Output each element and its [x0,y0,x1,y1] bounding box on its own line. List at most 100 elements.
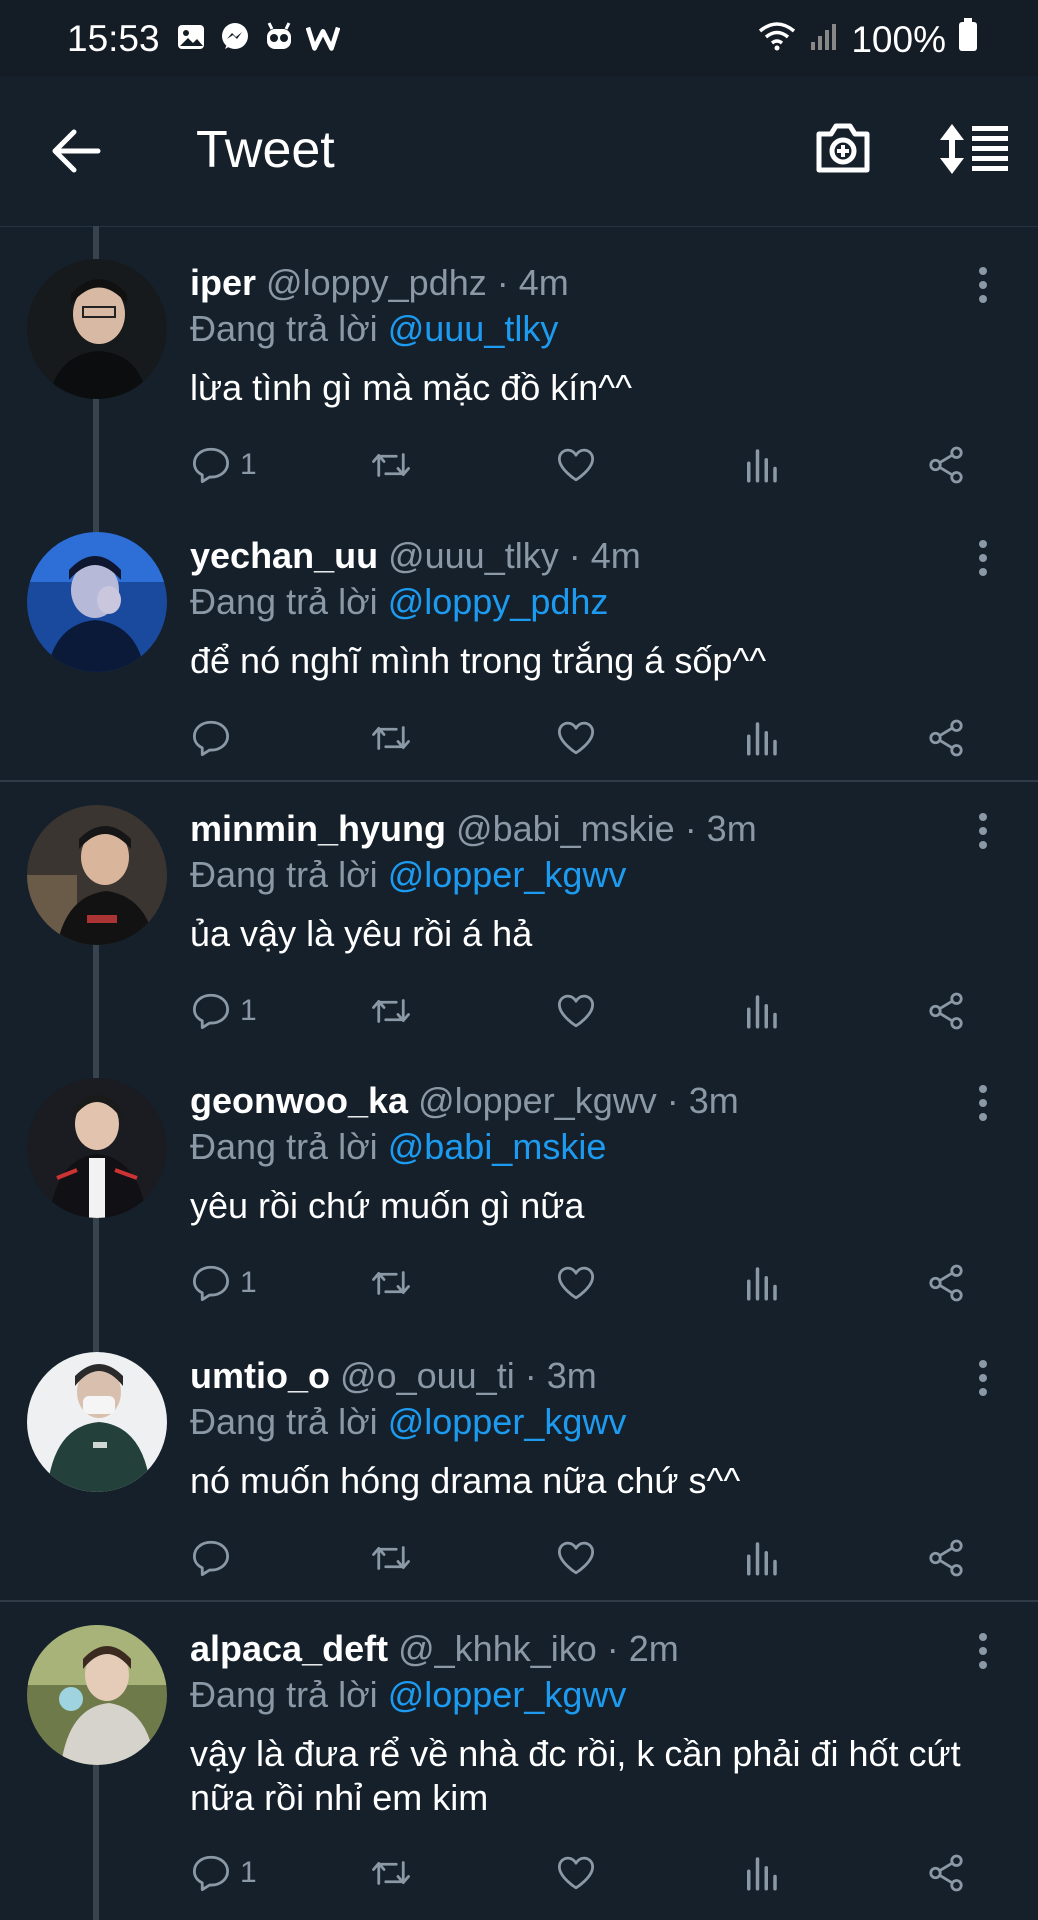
camera-plus-icon[interactable] [814,118,872,176]
reply-icon [192,720,230,757]
retweet-button[interactable] [370,1258,412,1308]
share-button[interactable] [925,1533,967,1583]
thread-divider [0,1600,1038,1602]
share-button[interactable] [925,1258,967,1308]
messenger-icon [218,20,252,54]
display-name[interactable]: minmin_hyung [190,808,446,849]
like-button[interactable] [555,1258,597,1308]
sort-icon[interactable] [938,122,1010,176]
share-button[interactable] [925,1848,967,1898]
avatar[interactable] [27,1078,167,1218]
replying-to: Đang trả lời @lopper_kgwv [190,854,626,896]
more-options-icon[interactable] [968,1358,998,1398]
like-button[interactable] [555,1848,597,1898]
reply-icon [192,993,230,1030]
reply-mention[interactable]: @uuu_tlky [388,308,559,349]
share-icon [929,1854,963,1892]
handle[interactable]: @babi_mskie [456,808,675,849]
retweet-icon [372,1271,410,1295]
reply-mention[interactable]: @lopper_kgwv [388,854,627,895]
status-bar: 15:53 100% [0,0,1038,76]
top-app-bar: Tweet [0,76,1038,227]
analytics-icon [747,1542,777,1576]
display-name[interactable]: iper [190,262,256,303]
retweet-button[interactable] [370,440,412,490]
heart-icon [557,1856,595,1890]
avatar[interactable] [27,259,167,399]
thread-line [93,1216,99,1356]
analytics-button[interactable] [740,440,782,490]
retweet-icon [372,1861,410,1885]
display-name[interactable]: alpaca_deft [190,1628,388,1669]
tweet-text: lừa tình gì mà mặc đồ kín^^ [190,367,633,408]
analytics-button[interactable] [740,986,782,1036]
replying-to: Đang trả lời @loppy_pdhz [190,581,608,623]
more-options-icon[interactable] [968,265,998,305]
reply-mention[interactable]: @lopper_kgwv [388,1401,627,1442]
like-button[interactable] [555,440,597,490]
display-name[interactable]: umtio_o [190,1355,330,1396]
avatar[interactable] [27,1625,167,1765]
analytics-button[interactable] [740,713,782,763]
reply-button[interactable] [190,1533,240,1583]
reply-button[interactable]: 1 [190,986,257,1036]
reply-count: 1 [240,448,257,481]
handle[interactable]: @uuu_tlky [388,535,559,576]
analytics-icon [747,449,777,483]
reply-mention[interactable]: @lopper_kgwv [388,1674,627,1715]
tweet-text: để nó nghĩ mình trong trắng á sốp^^ [190,640,767,681]
handle[interactable]: @o_ouu_ti [340,1355,515,1396]
reply-mention[interactable]: @loppy_pdhz [388,581,609,622]
more-options-icon[interactable] [968,1083,998,1123]
handle[interactable]: @loppy_pdhz [266,262,487,303]
share-icon [929,719,963,757]
avatar[interactable] [27,532,167,672]
handle[interactable]: @lopper_kgwv [418,1080,657,1121]
display-name[interactable]: geonwoo_ka [190,1080,408,1121]
more-options-icon[interactable] [968,538,998,578]
replying-to: Đang trả lời @uuu_tlky [190,308,558,350]
analytics-button[interactable] [740,1848,782,1898]
heart-icon [557,994,595,1028]
reply-icon [192,447,230,484]
more-options-icon[interactable] [968,811,998,851]
retweet-button[interactable] [370,1533,412,1583]
back-arrow-icon[interactable] [48,126,104,176]
analytics-icon [747,722,777,756]
tweet-header: minmin_hyung @babi_mskie · 3m [190,808,757,850]
analytics-icon [747,1267,777,1301]
retweet-icon [372,1546,410,1570]
analytics-button[interactable] [740,1533,782,1583]
analytics-button[interactable] [740,1258,782,1308]
like-button[interactable] [555,986,597,1036]
share-button[interactable] [925,713,967,763]
share-button[interactable] [925,986,967,1036]
like-button[interactable] [555,713,597,763]
reply-prefix: Đang trả lời [190,1126,378,1167]
retweet-button[interactable] [370,1848,412,1898]
tweet-actions: 1 [190,1258,990,1308]
more-options-icon[interactable] [968,1631,998,1671]
display-name[interactable]: yechan_uu [190,535,378,576]
reply-button[interactable]: 1 [190,1848,257,1898]
status-time: 15:53 [67,18,160,59]
share-button[interactable] [925,440,967,490]
reply-prefix: Đang trả lời [190,308,378,349]
reply-button[interactable]: 1 [190,440,257,490]
retweet-button[interactable] [370,986,412,1036]
reply-button[interactable] [190,713,240,763]
avatar[interactable] [27,1352,167,1492]
handle[interactable]: @_khhk_iko [398,1628,597,1669]
reply-prefix: Đang trả lời [190,1401,378,1442]
page-title: Tweet [196,121,335,179]
avatar[interactable] [27,805,167,945]
like-button[interactable] [555,1533,597,1583]
retweet-button[interactable] [370,713,412,763]
gallery-icon [174,20,208,54]
reply-button[interactable]: 1 [190,1258,257,1308]
analytics-icon [747,995,777,1029]
tweet-header: alpaca_deft @_khhk_iko · 2m [190,1628,679,1670]
tweet-text: yêu rồi chứ muốn gì nữa [190,1185,585,1226]
share-icon [929,992,963,1030]
reply-mention[interactable]: @babi_mskie [388,1126,607,1167]
